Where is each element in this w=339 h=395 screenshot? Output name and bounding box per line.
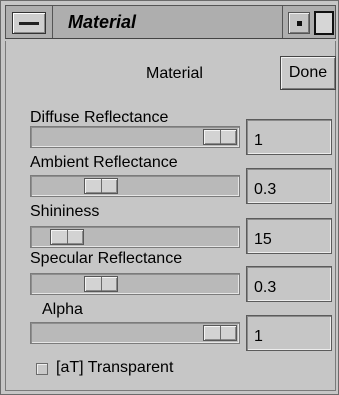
panel-title: Material — [146, 65, 203, 82]
slider-thumb[interactable] — [84, 178, 118, 194]
transparent-label: [aT] Transparent — [56, 359, 174, 376]
diffuse-reflectance-label: Diffuse Reflectance — [30, 109, 169, 126]
slider-thumb[interactable] — [50, 229, 84, 245]
shininess-field[interactable]: 15 — [246, 218, 332, 254]
specular-reflectance-slider[interactable] — [30, 273, 240, 295]
slider-thumb[interactable] — [203, 129, 237, 145]
alpha-field[interactable]: 1 — [246, 315, 332, 351]
shininess-label: Shininess — [30, 203, 100, 220]
ambient-reflectance-field[interactable]: 0.3 — [246, 168, 332, 204]
window-title: Material — [68, 12, 137, 32]
diffuse-reflectance-slider[interactable] — [30, 126, 240, 148]
title-separator — [52, 6, 53, 38]
window-menu-icon[interactable] — [12, 12, 46, 34]
alpha-slider[interactable] — [30, 322, 240, 344]
material-panel: Material Done Diffuse Reflectance 1 Ambi… — [5, 41, 336, 391]
minimize-icon[interactable] — [288, 12, 310, 34]
specular-reflectance-label: Specular Reflectance — [30, 250, 183, 267]
shininess-slider[interactable] — [30, 226, 240, 248]
specular-reflectance-field[interactable]: 0.3 — [246, 266, 332, 302]
title-bar[interactable]: Material — [5, 5, 336, 39]
slider-thumb[interactable] — [203, 325, 237, 341]
maximize-icon[interactable] — [314, 11, 334, 35]
ambient-reflectance-label: Ambient Reflectance — [30, 154, 178, 171]
done-button[interactable]: Done — [280, 56, 336, 90]
diffuse-reflectance-field[interactable]: 1 — [246, 119, 332, 155]
ambient-reflectance-slider[interactable] — [30, 175, 240, 197]
transparent-checkbox[interactable] — [36, 363, 48, 375]
title-separator — [282, 6, 283, 38]
material-window: Material Material Done Diffuse Reflectan… — [0, 0, 339, 395]
slider-thumb[interactable] — [84, 276, 118, 292]
alpha-label: Alpha — [42, 301, 83, 318]
